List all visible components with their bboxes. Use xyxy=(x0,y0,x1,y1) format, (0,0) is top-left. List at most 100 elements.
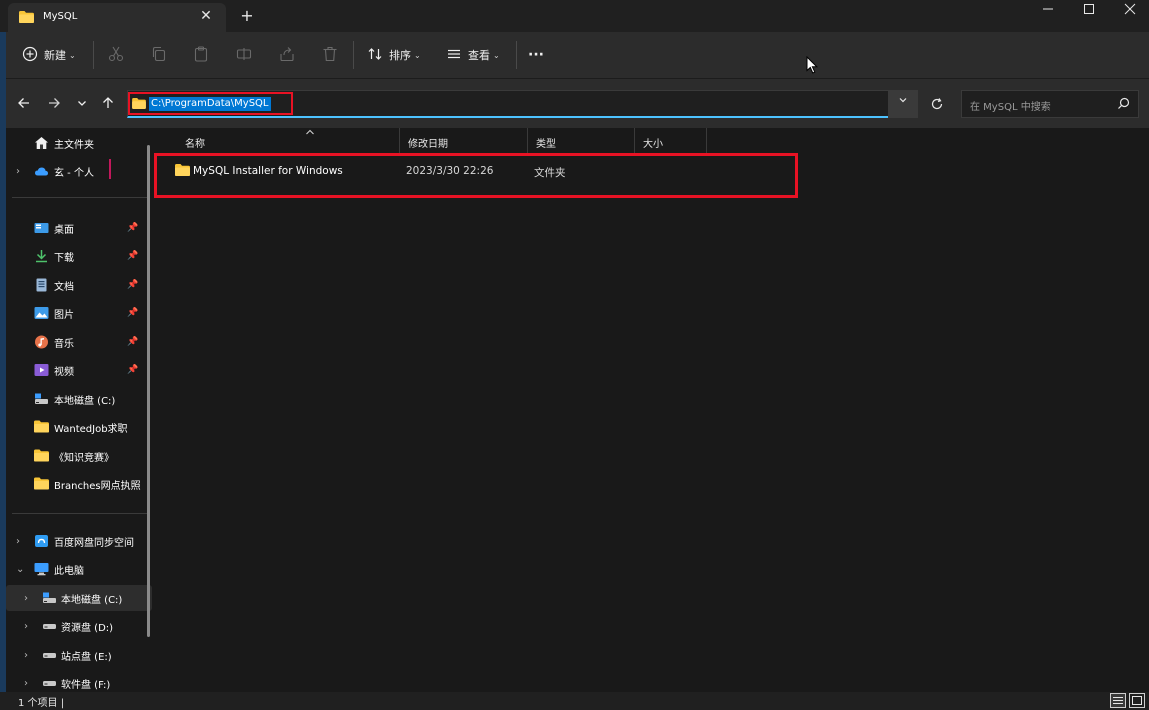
sidebar-item-downloads[interactable]: 下载 📌 xyxy=(6,243,152,269)
sidebar-item-label: 文档 xyxy=(54,281,74,293)
refresh-icon[interactable] xyxy=(922,90,952,118)
chevron-right-icon[interactable]: › xyxy=(24,593,28,604)
toolbar-divider xyxy=(353,41,354,69)
column-header-modified[interactable]: 修改日期 xyxy=(400,128,528,154)
chevron-down-icon: ⌄ xyxy=(493,50,500,60)
sidebar-item-folder[interactable]: 《知识竞赛》 xyxy=(6,443,152,469)
item-count: 1 个项目 | xyxy=(18,698,65,709)
tab-title: MySQL xyxy=(43,11,78,22)
sidebar-scrollbar[interactable] xyxy=(147,145,150,637)
sort-button[interactable]: 排序 ⌄ xyxy=(367,42,421,68)
column-header-name[interactable]: 名称 xyxy=(177,128,400,154)
column-header-label: 修改日期 xyxy=(408,139,448,150)
sidebar-item-label: 图片 xyxy=(54,309,74,321)
sidebar-divider xyxy=(12,197,148,198)
sidebar-item-label: 软件盘 (F:) xyxy=(61,679,111,691)
tab-close-icon[interactable]: ✕ xyxy=(196,6,216,26)
tab-mysql[interactable]: MySQL ✕ xyxy=(8,3,226,32)
delete-icon[interactable] xyxy=(321,45,339,63)
cut-icon[interactable] xyxy=(107,45,125,63)
cloud-icon xyxy=(34,164,49,178)
pin-icon[interactable]: 📌 xyxy=(127,251,138,261)
sidebar-item-desktop[interactable]: 桌面 📌 xyxy=(6,215,152,241)
back-arrow-icon[interactable] xyxy=(16,95,32,111)
sidebar-item-pictures[interactable]: 图片 📌 xyxy=(6,300,152,326)
picture-icon xyxy=(34,306,49,320)
search-input[interactable]: 在 MySQL 中搜索 xyxy=(961,90,1139,118)
sidebar-item-videos[interactable]: 视频 📌 xyxy=(6,357,152,383)
command-bar: 新建 ⌄ 排序 ⌄ 查看 ⌄ ··· xyxy=(6,32,1149,79)
sidebar-item-drive-e[interactable]: › 站点盘 (E:) xyxy=(6,642,152,668)
sort-label: 排序 xyxy=(389,49,411,62)
sidebar-item-documents[interactable]: 文档 📌 xyxy=(6,272,152,298)
search-icon[interactable] xyxy=(1117,97,1130,113)
forward-arrow-icon[interactable] xyxy=(46,95,62,111)
sidebar-item-drive-d[interactable]: › 资源盘 (D:) xyxy=(6,613,152,639)
column-header-size[interactable]: 大小 xyxy=(635,128,707,154)
sidebar-item-onedrive[interactable]: › 玄 - 个人 xyxy=(6,158,152,184)
column-header-label: 名称 xyxy=(185,139,205,150)
minimize-button[interactable] xyxy=(1028,0,1068,18)
rename-icon[interactable] xyxy=(235,45,253,63)
pin-icon[interactable]: 📌 xyxy=(127,223,138,233)
maximize-button[interactable] xyxy=(1069,0,1109,18)
column-header-type[interactable]: 类型 xyxy=(528,128,635,154)
chevron-down-icon: ⌄ xyxy=(69,50,76,60)
folder-icon xyxy=(19,11,34,26)
new-button[interactable]: 新建 ⌄ xyxy=(22,42,76,68)
pin-icon[interactable]: 📌 xyxy=(127,337,138,347)
address-history-chevron-icon[interactable] xyxy=(888,90,918,118)
pin-icon[interactable]: 📌 xyxy=(127,308,138,318)
folder-icon xyxy=(34,449,49,463)
drive-icon xyxy=(42,619,57,633)
sidebar-item-local-disk-c[interactable]: 本地磁盘 (C:) xyxy=(6,386,152,412)
column-header-label: 类型 xyxy=(536,139,556,150)
drive-icon xyxy=(34,392,49,406)
sidebar-item-home[interactable]: 主文件夹 xyxy=(6,130,152,156)
toolbar-divider xyxy=(93,41,94,69)
sidebar-item-this-pc[interactable]: ⌄ 此电脑 xyxy=(6,556,152,582)
close-button[interactable] xyxy=(1110,0,1149,18)
baidu-icon xyxy=(34,534,49,548)
chevron-right-icon[interactable]: › xyxy=(16,536,20,547)
copy-icon[interactable] xyxy=(150,45,168,63)
sidebar-item-local-disk-c-selected[interactable]: › 本地磁盘 (C:) xyxy=(6,585,152,611)
chevron-right-icon[interactable]: › xyxy=(24,621,28,632)
chevron-right-icon[interactable]: › xyxy=(16,166,20,177)
paste-icon[interactable] xyxy=(192,45,210,63)
share-icon[interactable] xyxy=(278,45,296,63)
chevron-down-icon: ⌄ xyxy=(414,50,421,60)
sidebar-item-label: 本地磁盘 (C:) xyxy=(61,594,123,606)
new-label: 新建 xyxy=(44,49,66,62)
details-view-icon[interactable] xyxy=(1110,693,1126,708)
sort-icon xyxy=(367,46,383,65)
folder-icon xyxy=(34,477,49,491)
home-icon xyxy=(34,136,49,150)
sidebar-item-folder[interactable]: Branches网点执照 xyxy=(6,471,152,497)
sidebar-item-label: 《知识竞赛》 xyxy=(54,452,114,464)
chevron-down-icon[interactable]: ⌄ xyxy=(16,564,24,575)
address-bar[interactable]: C:\ProgramData\MySQL xyxy=(127,90,918,118)
recent-locations-chevron-icon[interactable] xyxy=(74,95,90,111)
chevron-right-icon[interactable]: › xyxy=(24,678,28,689)
address-row: C:\ProgramData\MySQL 在 MySQL 中搜索 xyxy=(6,79,1149,128)
sidebar-item-drive-f[interactable]: › 软件盘 (F:) xyxy=(6,670,152,692)
sidebar-item-label: WantedJob求职 xyxy=(54,423,128,435)
large-icons-view-icon[interactable] xyxy=(1129,693,1145,708)
chevron-right-icon[interactable]: › xyxy=(24,650,28,661)
folder-icon xyxy=(34,420,49,434)
pin-icon[interactable]: 📌 xyxy=(127,365,138,375)
document-icon xyxy=(34,278,49,292)
more-options-button[interactable]: ··· xyxy=(528,42,544,68)
new-tab-button[interactable]: + xyxy=(236,5,258,27)
up-arrow-icon[interactable] xyxy=(100,95,116,111)
sidebar-item-music[interactable]: 音乐 📌 xyxy=(6,329,152,355)
sidebar-item-baidu-sync[interactable]: › 百度网盘同步空间 xyxy=(6,528,152,554)
sidebar-item-folder[interactable]: WantedJob求职 xyxy=(6,414,152,440)
view-button[interactable]: 查看 ⌄ xyxy=(446,42,500,68)
view-label: 查看 xyxy=(468,49,490,62)
title-bar: MySQL ✕ + xyxy=(0,0,1149,32)
sidebar-divider xyxy=(12,513,148,514)
pin-icon[interactable]: 📌 xyxy=(127,280,138,290)
sidebar-item-label: 视频 xyxy=(54,366,74,378)
